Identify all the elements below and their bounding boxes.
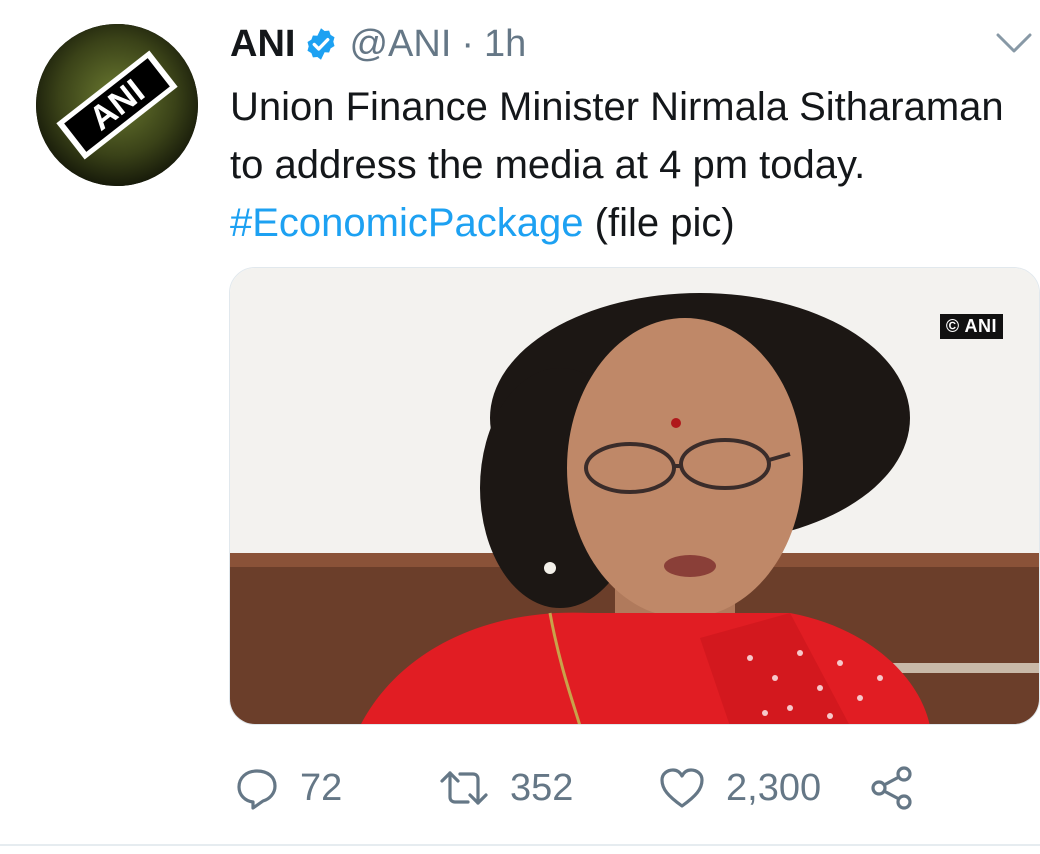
reply-button[interactable]: 72 <box>234 760 342 816</box>
tweet-time[interactable]: 1h <box>484 23 526 66</box>
tweet-text-suffix: (file pic) <box>583 201 735 245</box>
tweet-text-body: Union Finance Minister Nirmala Sitharama… <box>230 85 1004 187</box>
heart-icon <box>660 768 704 808</box>
hashtag-link[interactable]: #EconomicPackage <box>230 201 584 245</box>
retweet-count: 352 <box>510 766 574 809</box>
tweet-text: Union Finance Minister Nirmala Sitharama… <box>230 78 1030 252</box>
reply-count: 72 <box>300 766 343 809</box>
author-handle[interactable]: @ANI <box>349 23 451 66</box>
separator-dot: · <box>461 22 475 65</box>
retweet-icon <box>440 771 488 805</box>
like-count: 2,300 <box>726 766 822 809</box>
chevron-down-icon[interactable] <box>994 30 1034 56</box>
verified-badge-icon <box>307 28 335 60</box>
like-button[interactable]: 2,300 <box>658 760 821 816</box>
tweet-header: ANI @ANI · 1h <box>230 20 526 68</box>
avatar[interactable]: ANI <box>36 24 198 186</box>
share-button[interactable] <box>868 760 916 816</box>
tweet-media-image[interactable]: © ANI <box>229 267 1040 725</box>
share-icon <box>871 766 912 810</box>
author-name[interactable]: ANI <box>230 23 295 66</box>
retweet-button[interactable]: 352 <box>438 760 573 816</box>
reply-icon <box>237 769 277 810</box>
divider <box>0 844 1040 846</box>
tweet-actions: 72 352 2,300 <box>230 760 930 816</box>
media-watermark: © ANI <box>939 314 1003 339</box>
